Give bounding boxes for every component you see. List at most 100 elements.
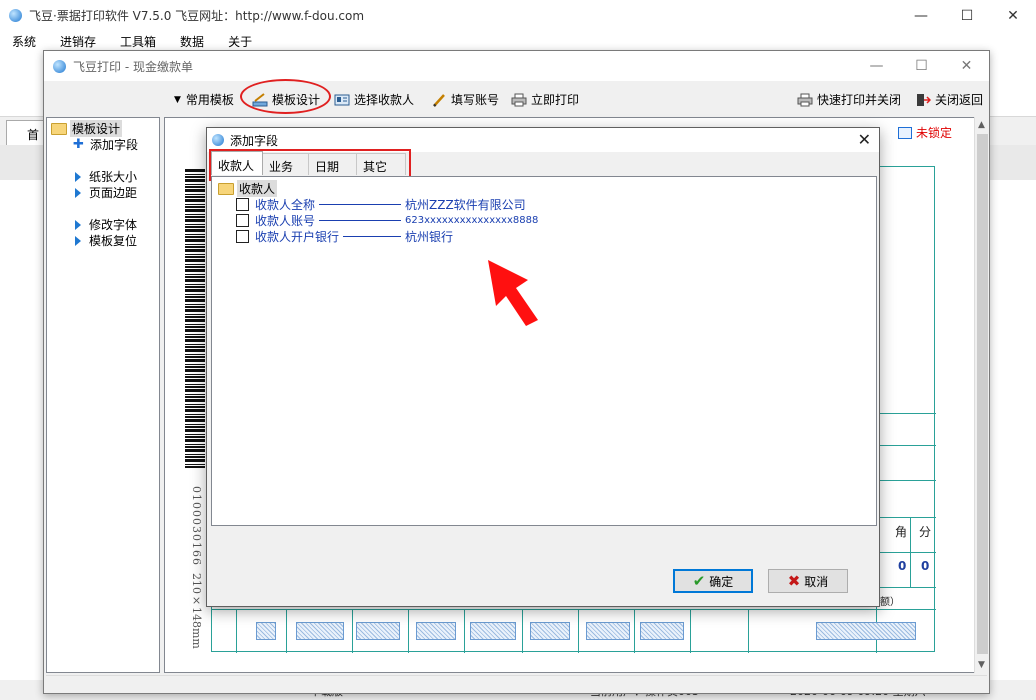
tree-item-change-font[interactable]: 修改字体 xyxy=(73,216,137,233)
ok-label: 确定 xyxy=(709,574,734,589)
lock-toggle[interactable]: 未锁定 xyxy=(898,124,952,141)
common-templates-label: 常用模板 xyxy=(185,93,234,107)
printer-icon xyxy=(797,93,813,106)
form-line xyxy=(464,609,465,653)
blue-triangle-icon xyxy=(75,219,81,230)
tree-item-add-field[interactable]: ✚ 添加字段 xyxy=(73,136,138,153)
leader-line xyxy=(319,204,402,205)
field-row-payee-bank[interactable]: 收款人开户银行 杭州银行 xyxy=(236,228,453,245)
menu-inventory[interactable]: 进销存 xyxy=(48,33,108,50)
x-icon: ✖ xyxy=(787,572,801,590)
maximize-button[interactable]: ☐ xyxy=(944,0,990,31)
menu-data[interactable]: 数据 xyxy=(168,33,216,50)
fill-account-button[interactable]: 填写账号 xyxy=(431,91,499,108)
field-value: 杭州银行 xyxy=(405,230,454,244)
form-line xyxy=(286,609,287,653)
hatched-field xyxy=(256,622,276,640)
hatched-field xyxy=(296,622,344,640)
plus-icon: ✚ xyxy=(73,137,84,152)
field-row-payee-account[interactable]: 收款人账号 623xxxxxxxxxxxxxxx8888 xyxy=(236,212,538,229)
tree-item-label: 页面边距 xyxy=(89,186,138,200)
fill-account-label: 填写账号 xyxy=(451,93,500,107)
checkbox[interactable] xyxy=(236,214,249,227)
blue-triangle-icon xyxy=(75,187,81,198)
tree-item-paper-size[interactable]: 纸张大小 xyxy=(73,168,137,185)
printer-icon xyxy=(511,93,527,106)
blue-triangle-icon xyxy=(75,171,81,182)
select-payee-label: 选择收款人 xyxy=(354,93,415,107)
hatched-field xyxy=(640,622,684,640)
dialog-icon xyxy=(212,134,224,146)
scroll-down-icon[interactable]: ▼ xyxy=(978,660,985,670)
menu-toolbox[interactable]: 工具箱 xyxy=(108,33,168,50)
calendar-icon xyxy=(898,126,912,139)
canvas-vertical-scrollbar[interactable]: ▲ ▼ xyxy=(974,117,989,673)
dialog-title: 添加字段 xyxy=(230,133,279,148)
tree-item-page-margin[interactable]: 页面边距 xyxy=(73,184,137,201)
quick-print-close-label: 快速打印并关闭 xyxy=(817,93,902,107)
cancel-button[interactable]: ✖ 取消 xyxy=(768,569,848,593)
select-payee-button[interactable]: 选择收款人 xyxy=(334,91,414,108)
exit-door-icon xyxy=(917,93,931,106)
menu-system[interactable]: 系统 xyxy=(0,33,48,50)
hatched-field xyxy=(356,622,400,640)
tree-item-label: 纸张大小 xyxy=(89,170,138,184)
field-value: 杭州ZZZ软件有限公司 xyxy=(405,198,526,212)
scroll-up-icon[interactable]: ▲ xyxy=(978,120,985,130)
scroll-thumb[interactable] xyxy=(977,134,988,654)
tree-root-template-design[interactable]: 模板设计 xyxy=(51,120,123,137)
fen-value: 0 xyxy=(921,559,930,573)
menu-about[interactable]: 关于 xyxy=(216,33,264,50)
leader-line xyxy=(319,220,402,221)
folder-open-icon xyxy=(218,182,234,195)
tree-root-payee[interactable]: 收款人 xyxy=(218,180,278,197)
common-templates-button[interactable]: ▼ 常用模板 xyxy=(174,91,234,108)
print-window-minimize-button[interactable]: — xyxy=(854,51,899,81)
field-name: 收款人开户银行 xyxy=(255,230,340,244)
print-now-button[interactable]: 立即打印 xyxy=(511,91,579,108)
tab-payee[interactable]: 收款人 xyxy=(211,151,264,175)
ok-button[interactable]: ✔ 确定 xyxy=(673,569,753,593)
field-name: 收款人全称 xyxy=(255,198,316,212)
form-code: 0100030166 xyxy=(190,486,203,566)
annotation-arrow-icon xyxy=(488,260,538,326)
print-window-title: 飞豆打印 - 现金缴款单 xyxy=(73,59,193,74)
form-line xyxy=(522,609,523,653)
minimize-button[interactable]: — xyxy=(898,0,944,31)
pen-icon xyxy=(433,93,445,107)
print-window-bottom-bar xyxy=(46,675,987,693)
tree-item-template-reset[interactable]: 模板复位 xyxy=(73,232,137,249)
tree-root-label: 收款人 xyxy=(237,180,278,197)
checkmark-icon: ✔ xyxy=(692,572,706,590)
print-window-close-button[interactable]: ✕ xyxy=(944,51,989,81)
folder-icon xyxy=(51,122,67,135)
form-line xyxy=(408,609,409,653)
close-return-button[interactable]: 关闭返回 xyxy=(915,91,983,108)
form-line xyxy=(634,609,635,653)
paper-size-label: 210×148mm xyxy=(190,573,203,649)
main-window-title: 飞豆·票据打印软件 V7.5.0 飞豆网址：http://www.f-dou.c… xyxy=(29,9,365,23)
print-window-maximize-button[interactable]: ☐ xyxy=(899,51,944,81)
tab-home[interactable]: 首 xyxy=(6,120,46,145)
jiao-value: 0 xyxy=(898,559,907,573)
cancel-label: 取消 xyxy=(804,574,829,589)
quick-print-close-button[interactable]: 快速打印并关闭 xyxy=(797,91,901,108)
jiao-label: 角 xyxy=(895,525,908,539)
form-line xyxy=(910,517,911,587)
checkbox[interactable] xyxy=(236,230,249,243)
checkbox[interactable] xyxy=(236,198,249,211)
print-now-label: 立即打印 xyxy=(531,93,580,107)
hatched-field xyxy=(530,622,570,640)
hatched-field xyxy=(470,622,516,640)
hatched-field xyxy=(586,622,630,640)
field-tree: 收款人 收款人全称 杭州ZZZ软件有限公司 收款人账号 623xxxxxxxxx… xyxy=(211,176,877,526)
form-line xyxy=(352,609,353,653)
close-button[interactable]: ✕ xyxy=(990,0,1036,31)
dialog-close-button[interactable]: ✕ xyxy=(858,130,871,149)
form-line xyxy=(748,609,749,653)
print-window-titlebar: 飞豆打印 - 现金缴款单 — ☐ ✕ xyxy=(44,51,989,81)
field-row-payee-name[interactable]: 收款人全称 杭州ZZZ软件有限公司 xyxy=(236,196,526,213)
barcode xyxy=(185,168,205,468)
tree-root-label: 模板设计 xyxy=(70,120,123,137)
leader-line xyxy=(343,236,402,237)
